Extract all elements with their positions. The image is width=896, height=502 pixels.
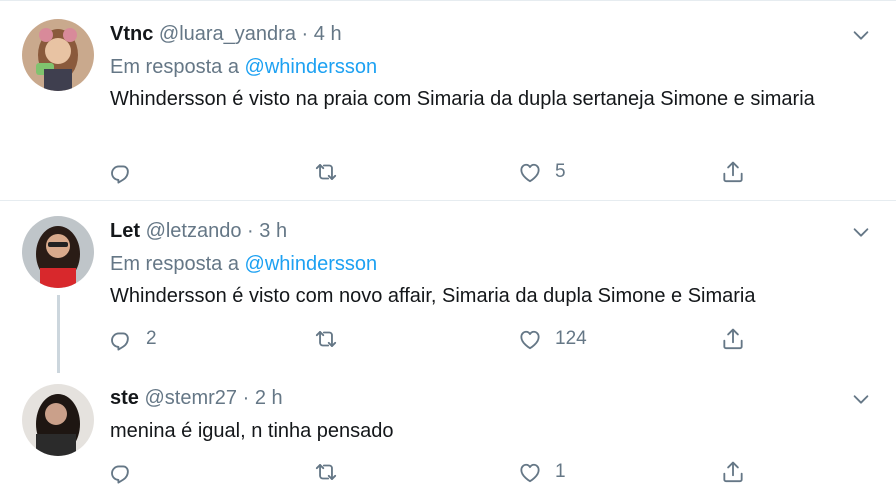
retweet-icon — [313, 459, 339, 485]
share-button[interactable] — [720, 458, 746, 486]
chevron-down-icon[interactable] — [850, 221, 872, 243]
reply-to-link[interactable]: @whindersson — [245, 253, 378, 275]
dot-separator: · — [301, 23, 309, 45]
handle[interactable]: @stemr27 — [144, 387, 237, 409]
tweet-text: menina é igual, n tinha pensado — [110, 420, 394, 442]
like-button[interactable]: 124 — [517, 325, 587, 353]
avatar[interactable] — [22, 19, 94, 91]
retweet-icon — [313, 326, 339, 352]
display-name[interactable]: ste — [110, 387, 139, 409]
avatar[interactable] — [22, 216, 94, 288]
reply-button[interactable]: 2 — [108, 325, 157, 353]
share-button[interactable] — [720, 158, 746, 186]
like-button[interactable]: 1 — [517, 458, 566, 486]
timestamp[interactable]: 3 h — [259, 220, 287, 242]
like-count: 1 — [555, 461, 566, 482]
retweet-button[interactable] — [313, 325, 351, 353]
handle[interactable]: @luara_yandra — [159, 23, 296, 45]
like-icon — [517, 459, 543, 485]
dot-separator: · — [242, 387, 250, 409]
display-name[interactable]: Vtnc — [110, 23, 153, 45]
reply-icon — [108, 159, 134, 185]
retweet-button[interactable] — [313, 158, 351, 186]
timestamp[interactable]: 4 h — [314, 23, 342, 45]
reply-button[interactable] — [108, 458, 146, 486]
tweet-header: Vtnc @luara_yandra · 4 h — [110, 21, 342, 47]
share-icon — [720, 159, 746, 185]
like-icon — [517, 326, 543, 352]
like-count: 124 — [555, 328, 587, 349]
reply-icon — [108, 459, 134, 485]
chevron-down-icon[interactable] — [850, 24, 872, 46]
tweet-header: Let @letzando · 3 h — [110, 218, 287, 244]
divider — [0, 200, 896, 201]
tweet-text: Whindersson é visto na praia com Simaria… — [110, 88, 815, 110]
reply-prefix: Em resposta a — [110, 253, 239, 275]
reply-prefix: Em resposta a — [110, 56, 239, 78]
reply-count: 2 — [146, 328, 157, 349]
tweet-header: ste @stemr27 · 2 h — [110, 385, 283, 411]
reply-to-link[interactable]: @whindersson — [245, 56, 378, 78]
share-icon — [720, 459, 746, 485]
timestamp[interactable]: 2 h — [255, 387, 283, 409]
share-icon — [720, 326, 746, 352]
like-button[interactable]: 5 — [517, 158, 566, 186]
reply-context: Em resposta a @whindersson — [110, 54, 377, 80]
reply-context: Em resposta a @whindersson — [110, 251, 377, 277]
divider-top — [0, 0, 896, 1]
retweet-button[interactable] — [313, 458, 351, 486]
like-count: 5 — [555, 161, 566, 182]
tweet-text: Whindersson é visto com novo affair, Sim… — [110, 285, 756, 307]
chevron-down-icon[interactable] — [850, 388, 872, 410]
share-button[interactable] — [720, 325, 746, 353]
handle[interactable]: @letzando — [146, 220, 242, 242]
display-name[interactable]: Let — [110, 220, 140, 242]
reply-icon — [108, 326, 134, 352]
retweet-icon — [313, 159, 339, 185]
avatar[interactable] — [22, 384, 94, 456]
dot-separator: · — [247, 220, 254, 242]
like-icon — [517, 159, 543, 185]
thread-line — [57, 295, 60, 373]
reply-button[interactable] — [108, 158, 146, 186]
